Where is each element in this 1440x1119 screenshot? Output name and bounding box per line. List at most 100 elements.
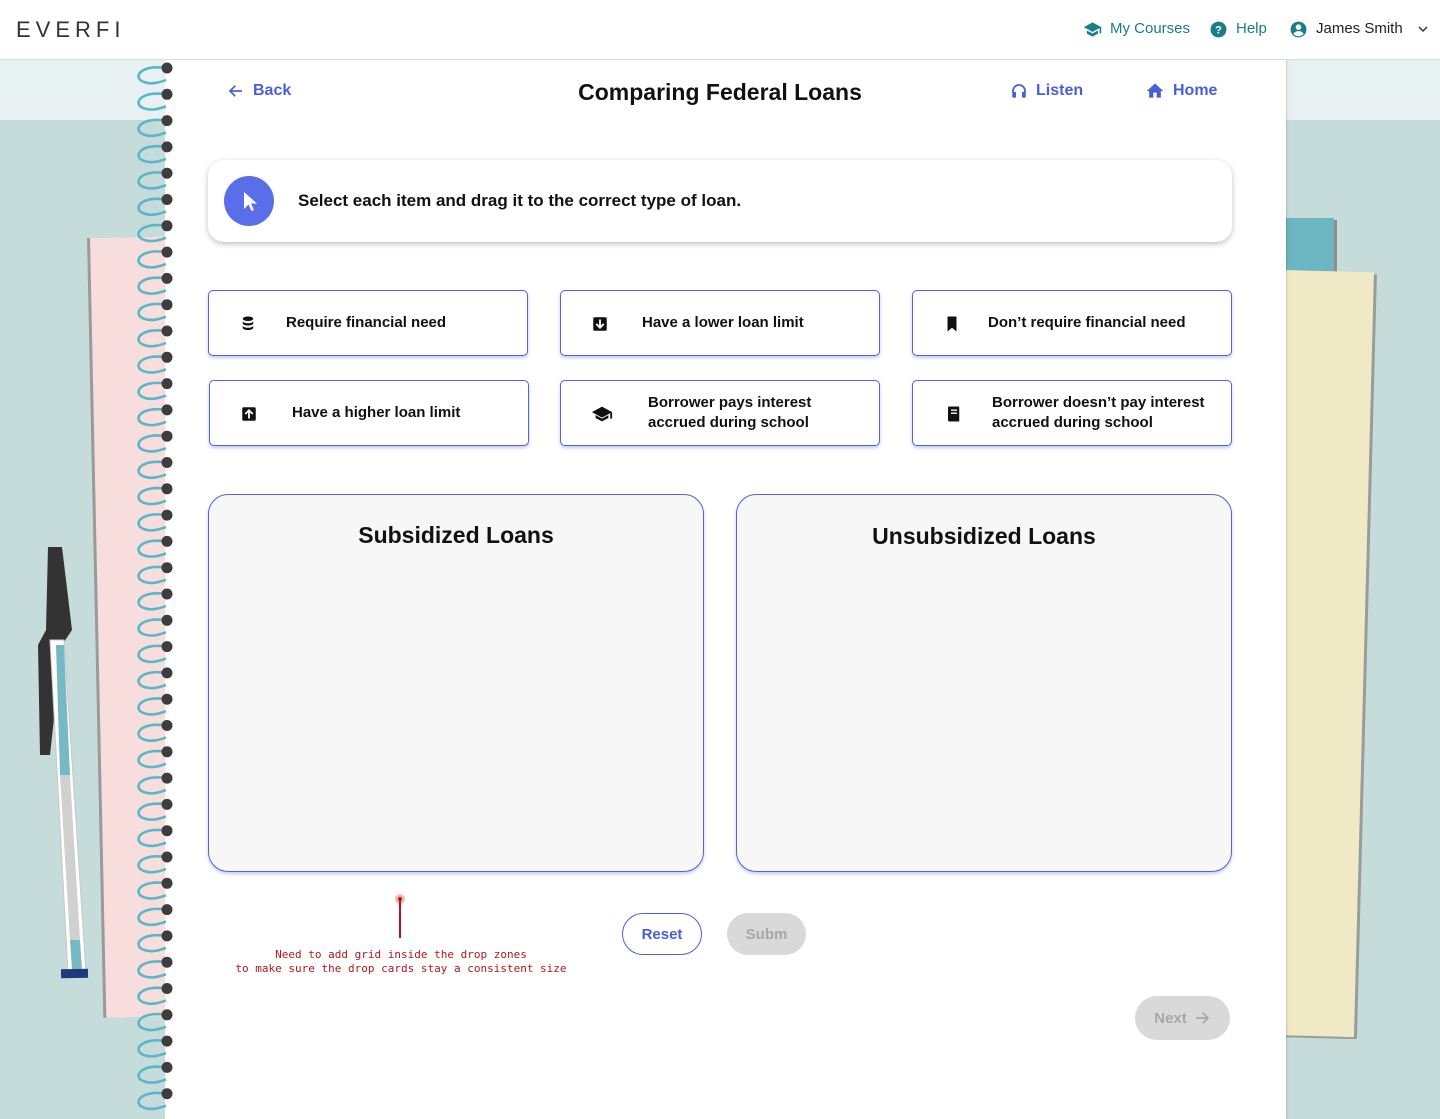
card-label: Have a lower loan limit: [642, 314, 804, 331]
spiral-hole: [161, 299, 173, 311]
instruction-text: Select each item and drag it to the corr…: [298, 191, 742, 210]
next-label: Next: [1154, 1009, 1187, 1027]
home-label: Home: [1173, 82, 1218, 99]
back-label: Back: [253, 82, 292, 99]
spiral-hole: [161, 588, 173, 600]
spiral-hole: [161, 62, 173, 74]
pen-illustration: [38, 547, 89, 979]
design-annotation: Need to add grid inside the drop zones t…: [212, 948, 590, 976]
svg-text:?: ?: [1215, 24, 1222, 36]
spiral-hole: [161, 877, 173, 889]
drop-zone-title: Unsubsidized Loans: [872, 523, 1096, 549]
spiral-hole: [161, 693, 173, 705]
back-link[interactable]: Back: [227, 80, 291, 102]
spiral-hole: [161, 483, 173, 495]
my-courses-label: My Courses: [1110, 20, 1191, 37]
listen-label: Listen: [1036, 82, 1084, 99]
spiral-hole: [161, 641, 173, 653]
listen-button[interactable]: Listen: [1010, 80, 1083, 102]
card-label: Don’t require financial need: [988, 314, 1186, 331]
annotation-line-1: Need to add grid inside the drop zones: [275, 948, 527, 961]
card-label-line-1: Borrower pays interest: [648, 394, 812, 411]
spiral-hole: [161, 851, 173, 863]
spiral-hole: [161, 220, 173, 232]
drag-card-require-financial-need[interactable]: Require financial need: [208, 290, 528, 356]
drag-card-dont-require-financial-need[interactable]: Don’t require financial need: [912, 290, 1232, 356]
help-label: Help: [1236, 20, 1267, 37]
book-icon: [947, 406, 960, 422]
spiral-hole: [161, 1088, 173, 1100]
spiral-hole: [161, 667, 173, 679]
spiral-hole: [161, 562, 173, 574]
spiral-binding: [137, 62, 173, 1111]
home-icon: [1146, 83, 1164, 98]
headphones-icon: [1012, 84, 1026, 98]
spiral-hole: [161, 1035, 173, 1047]
spiral-hole: [161, 720, 173, 731]
spiral-hole: [161, 141, 173, 153]
spiral-hole: [161, 956, 173, 968]
card-label: Have a higher loan limit: [292, 404, 461, 421]
instruction-box: Select each item and drag it to the corr…: [208, 160, 1232, 242]
spiral-hole: [161, 1061, 173, 1073]
spiral-hole: [161, 404, 173, 416]
spiral-hole: [161, 246, 173, 258]
spiral-hole: [161, 904, 173, 916]
spiral-hole: [161, 983, 173, 994]
chevron-down-icon: [1418, 26, 1428, 33]
spiral-hole: [161, 272, 173, 284]
arrow-up-box-icon: [242, 407, 256, 421]
spiral-hole: [161, 167, 173, 179]
top-navigation-bar: EVERFI My Courses ? Help James Smith: [0, 0, 1440, 60]
spiral-hole: [161, 535, 173, 547]
help-link[interactable]: ? Help: [1209, 18, 1267, 40]
drag-card-borrower-pays-interest[interactable]: Borrower pays interest accrued during sc…: [560, 380, 880, 446]
user-menu[interactable]: James Smith: [1289, 18, 1431, 40]
my-courses-link[interactable]: My Courses: [1083, 18, 1190, 40]
spiral-hole: [161, 115, 173, 127]
submit-button[interactable]: Subm: [727, 913, 806, 955]
spiral-hole: [161, 430, 173, 442]
bookmark-icon: [947, 316, 957, 332]
spiral-hole: [161, 746, 173, 758]
next-button[interactable]: Next: [1135, 996, 1230, 1040]
page-title: Comparing Federal Loans: [578, 79, 862, 105]
graduation-cap-icon: [591, 406, 613, 422]
card-label-line-2: accrued during school: [992, 414, 1153, 431]
spiral-hole: [161, 457, 173, 468]
help-icon: ?: [1210, 21, 1227, 37]
spiral-hole: [161, 1009, 173, 1021]
spiral-hole: [161, 194, 173, 205]
spiral-hole: [161, 378, 173, 390]
arrow-right-icon: [1195, 1012, 1209, 1024]
arrow-left-icon: [228, 85, 242, 97]
drag-card-borrower-doesnt-pay-interest[interactable]: Borrower doesn’t pay interest accrued du…: [912, 380, 1232, 446]
arrow-down-box-icon: [593, 317, 607, 331]
spiral-hole: [161, 798, 173, 810]
spiral-hole: [161, 88, 173, 100]
spiral-hole: [161, 509, 173, 521]
spiral-hole: [161, 930, 173, 942]
home-button[interactable]: Home: [1145, 80, 1217, 102]
user-account-icon: [1290, 21, 1307, 37]
spiral-hole: [161, 772, 173, 784]
graduation-cap-icon: [1083, 21, 1102, 37]
card-label-line-2: accrued during school: [648, 414, 809, 431]
annotation-line: [399, 898, 401, 938]
coins-icon: [242, 316, 254, 330]
drag-card-lower-loan-limit[interactable]: Have a lower loan limit: [560, 290, 880, 356]
card-label-line-1: Borrower doesn’t pay interest: [992, 394, 1205, 411]
card-label: Require financial need: [286, 314, 447, 331]
drag-card-higher-loan-limit[interactable]: Have a higher loan limit: [209, 380, 529, 446]
drop-zone-unsubsidized[interactable]: Unsubsidized Loans: [736, 494, 1232, 872]
annotation-line-2: to make sure the drop cards stay a consi…: [235, 962, 567, 975]
spiral-hole: [161, 614, 173, 626]
cursor-icon: [224, 176, 274, 226]
reset-button[interactable]: Reset: [622, 913, 702, 955]
drop-zone-title: Subsidized Loans: [358, 522, 554, 548]
spiral-hole: [161, 325, 173, 337]
everfi-logo: EVERFI: [16, 17, 126, 42]
spiral-hole: [161, 825, 173, 837]
spiral-hole: [161, 351, 173, 363]
drop-zone-subsidized[interactable]: Subsidized Loans: [208, 494, 704, 872]
